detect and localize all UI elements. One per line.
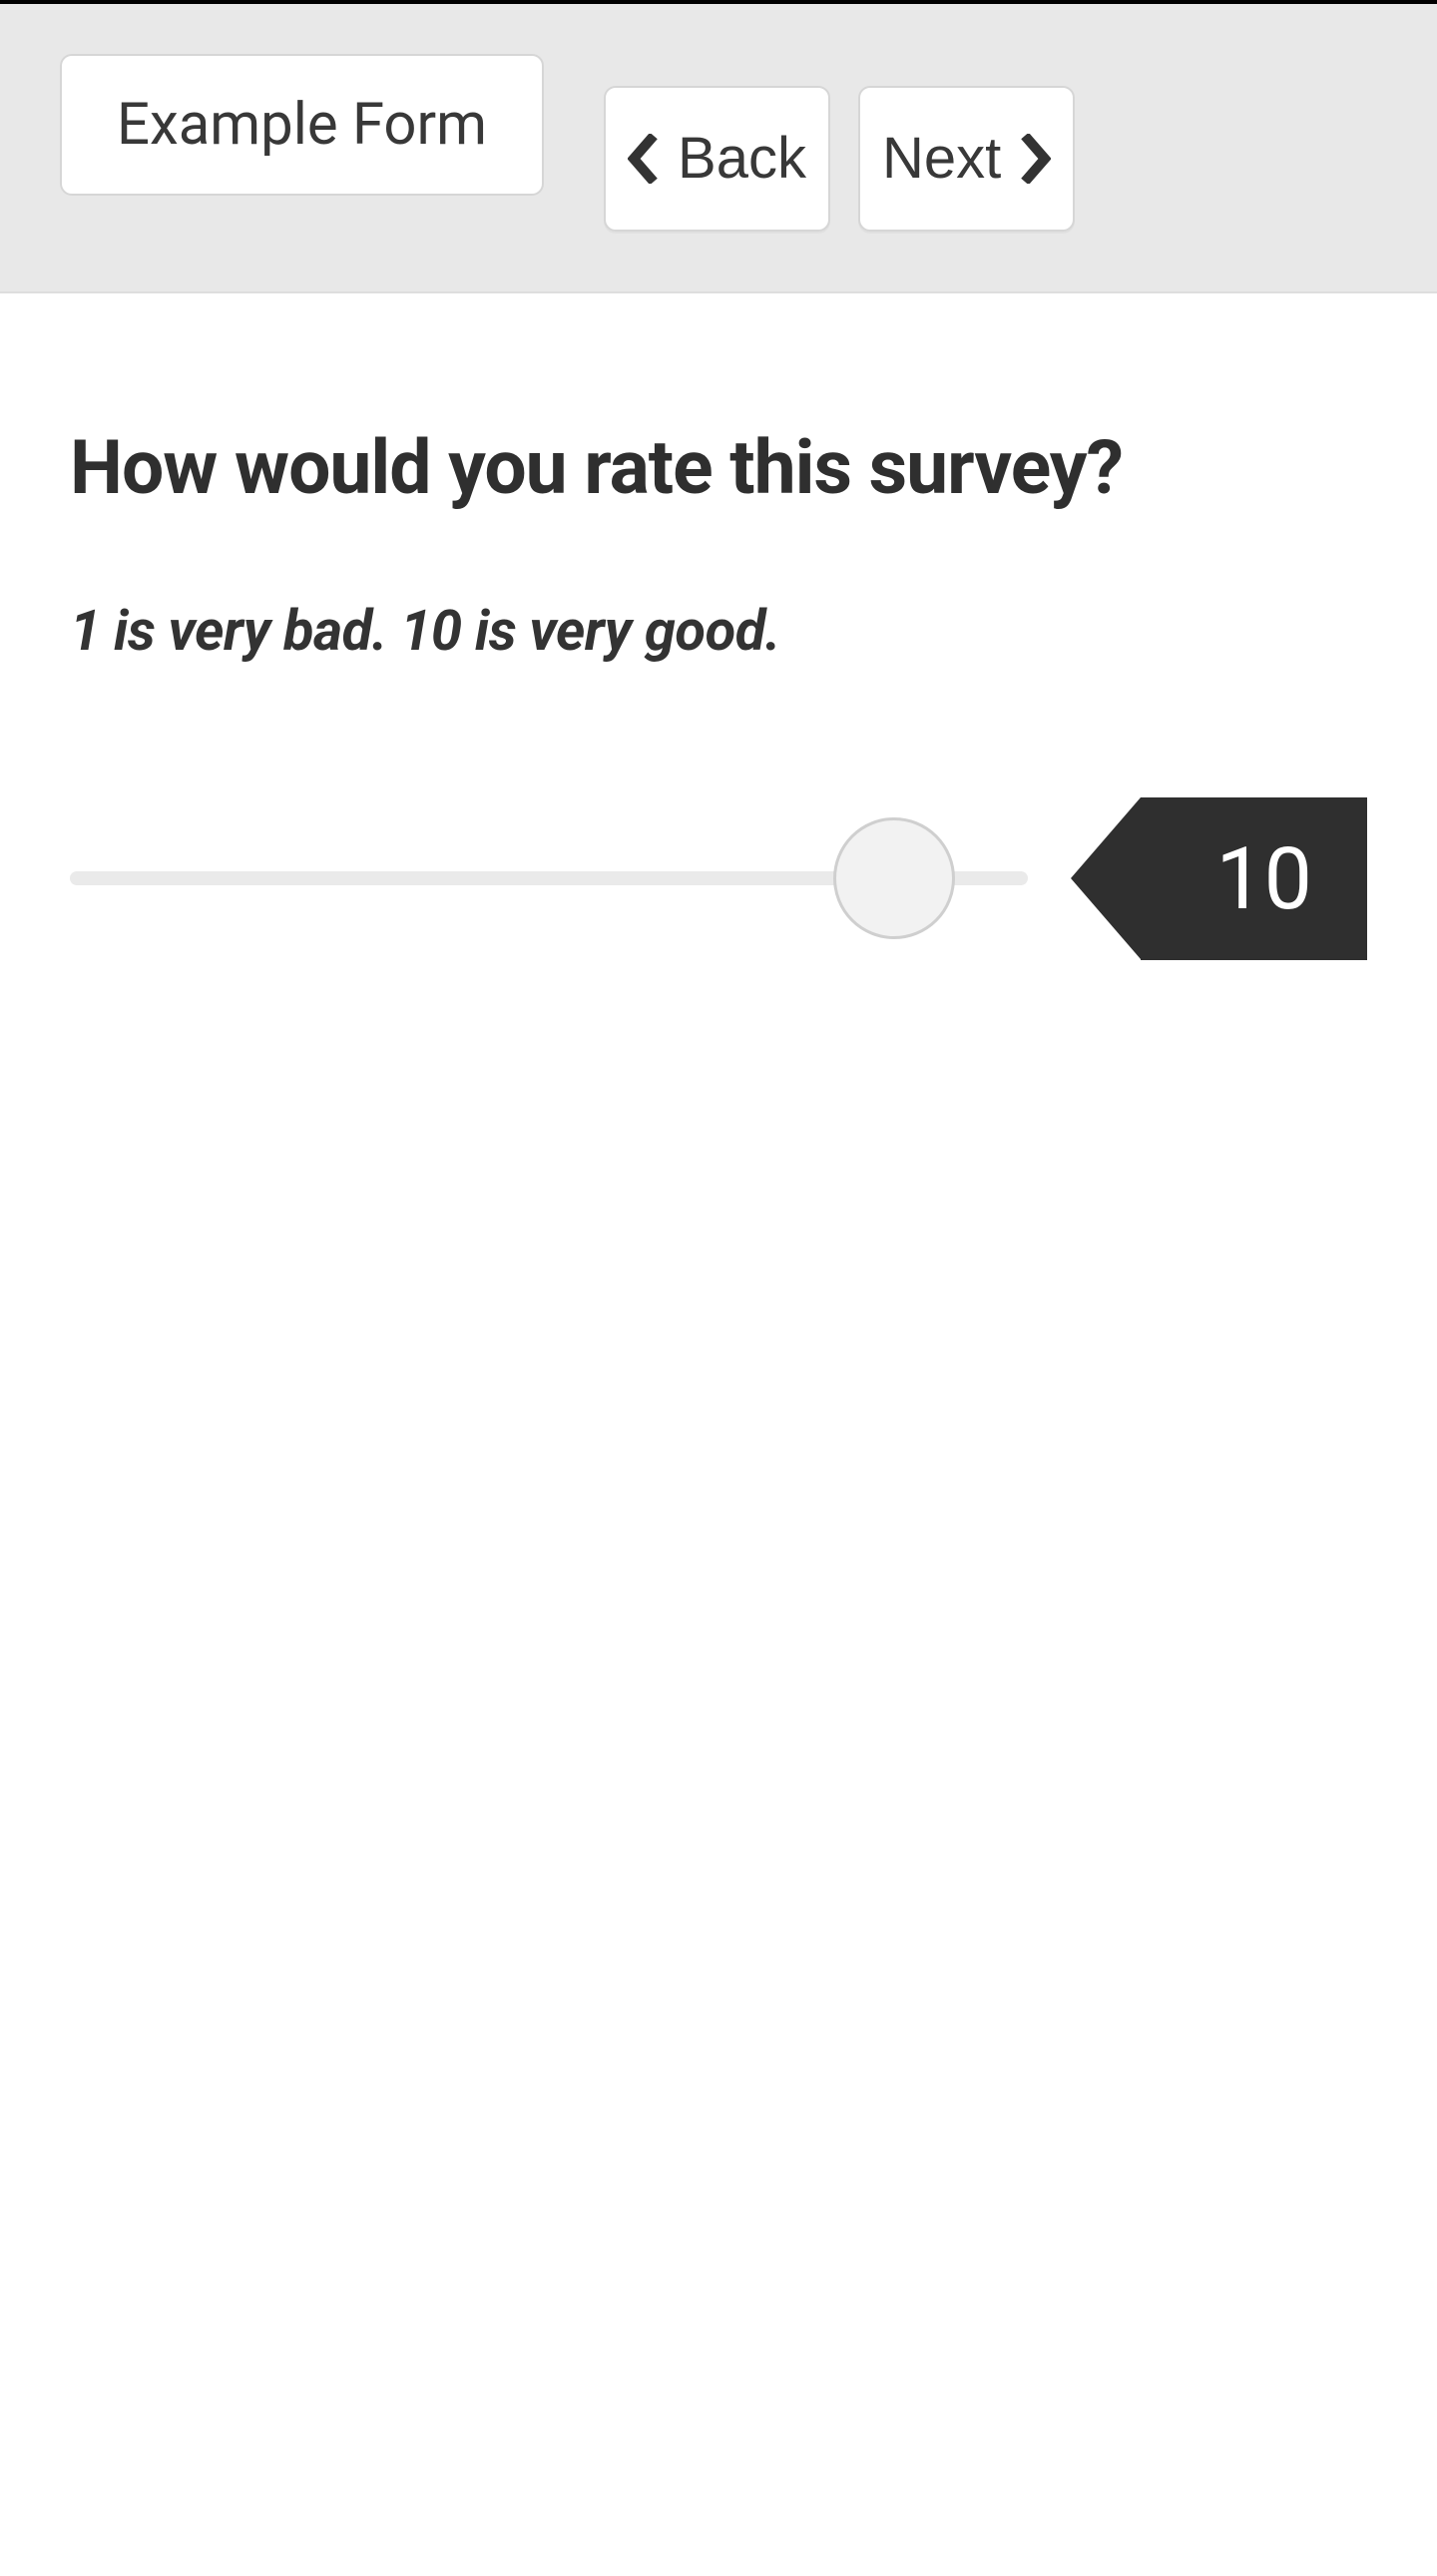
question-title: How would you rate this survey? (70, 423, 1367, 513)
chevron-left-icon (628, 134, 660, 184)
back-button[interactable]: Back (604, 86, 830, 232)
question-subtitle: 1 is very bad. 10 is very good. (70, 598, 1367, 664)
chevron-right-icon (1019, 134, 1051, 184)
content-area: How would you rate this survey? 1 is ver… (0, 293, 1437, 963)
back-button-label: Back (678, 130, 806, 188)
next-button-label: Next (882, 130, 1001, 188)
slider-thumb[interactable] (833, 817, 955, 939)
slider-value-badge: 10 (1141, 797, 1367, 960)
next-button[interactable]: Next (858, 86, 1075, 232)
nav-button-group: Back Next (604, 86, 1075, 232)
slider-value: 10 (1215, 828, 1312, 929)
rating-slider[interactable] (70, 871, 1028, 885)
rating-slider-row: 10 (70, 793, 1367, 963)
form-title: Example Form (117, 91, 487, 159)
form-title-box[interactable]: Example Form (60, 54, 544, 196)
header-bar: Example Form Back Next (0, 4, 1437, 293)
